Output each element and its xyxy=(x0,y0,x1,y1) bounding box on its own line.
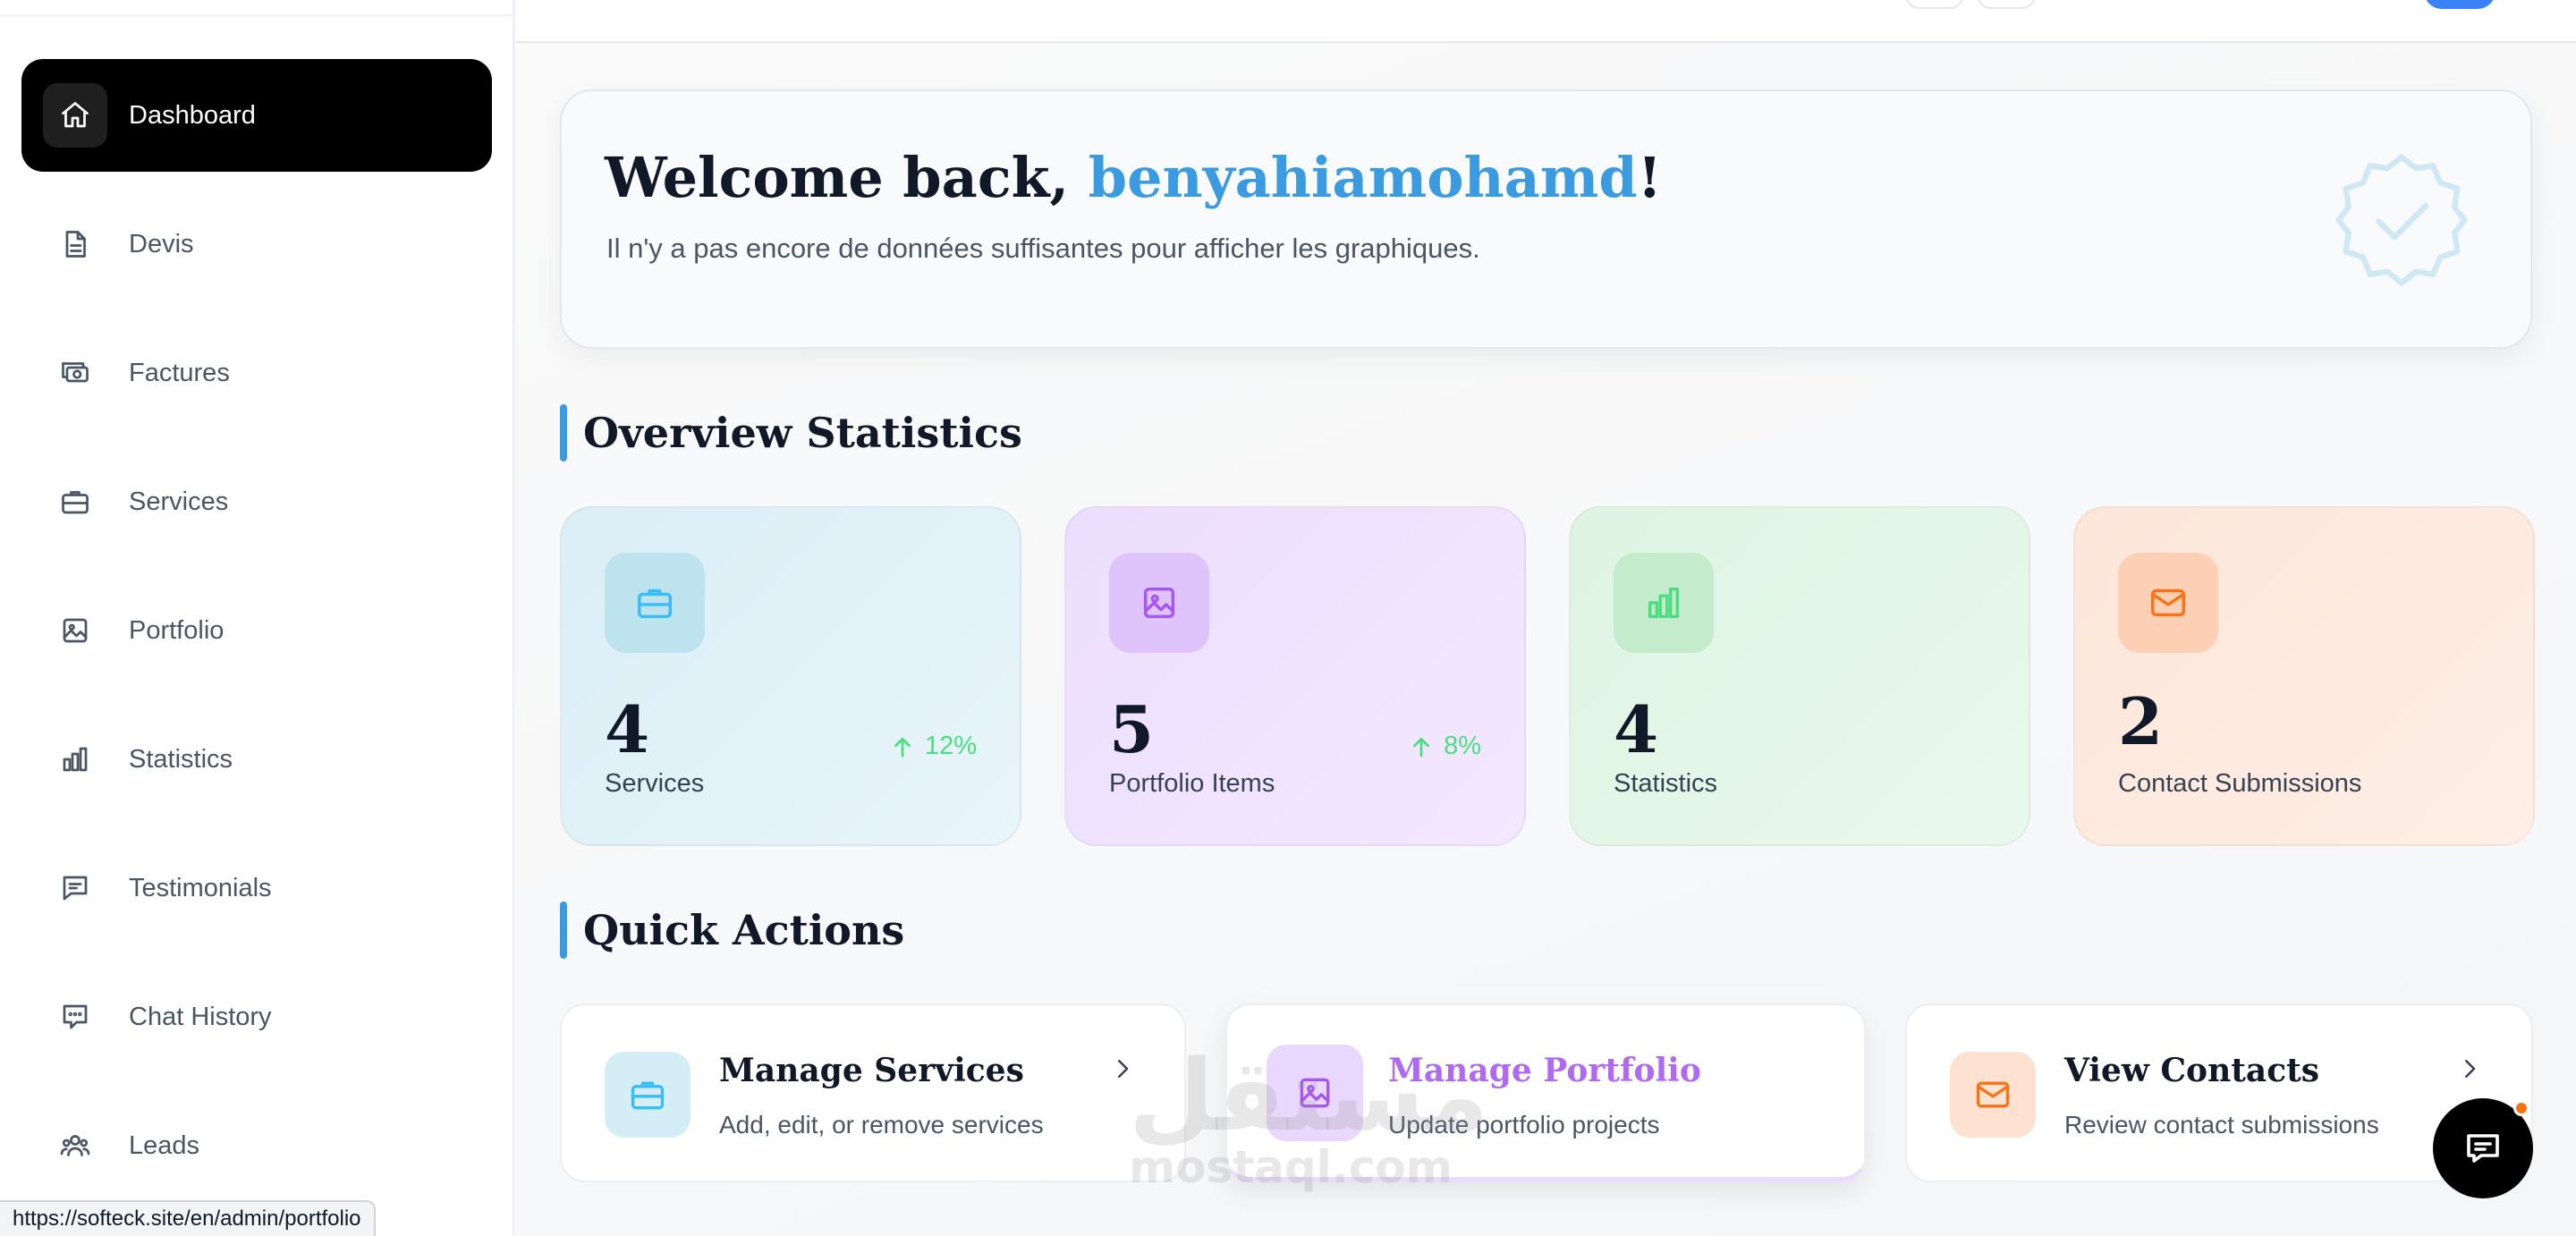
quick-actions-title: Quick Actions xyxy=(560,902,904,959)
welcome-prefix: Welcome back, xyxy=(605,145,1089,210)
overview-title: Overview Statistics xyxy=(560,404,1022,461)
stat-trend-value: 12% xyxy=(924,732,977,760)
action-description: Add, edit, or remove services xyxy=(719,1111,1044,1139)
sidebar-item-portfolio[interactable]: Portfolio xyxy=(21,574,492,687)
briefcase-icon xyxy=(43,470,107,534)
section-accent-bar xyxy=(560,404,567,461)
overview-title-text: Overview Statistics xyxy=(583,409,1022,457)
welcome-username: benyahiamohamd xyxy=(1088,145,1638,210)
quick-actions-title-text: Quick Actions xyxy=(583,906,905,954)
sidebar-item-label: Factures xyxy=(129,358,230,387)
sidebar-item-label: Dashboard xyxy=(129,100,256,130)
briefcase-icon xyxy=(605,553,705,653)
action-description: Update portfolio projects xyxy=(1388,1111,1660,1139)
sidebar-item-label: Testimonials xyxy=(129,873,272,902)
stat-trend-value: 8% xyxy=(1444,732,1481,760)
notification-dot xyxy=(2513,1100,2529,1116)
image-icon xyxy=(43,598,107,663)
sidebar-item-label: Statistics xyxy=(129,744,233,774)
action-description: Review contact submissions xyxy=(2064,1111,2379,1139)
manage-services-card[interactable]: Manage Services Add, edit, or remove ser… xyxy=(560,1003,1186,1182)
action-title: Manage Services xyxy=(719,1052,1024,1089)
sidebar-item-label: Leads xyxy=(129,1130,200,1160)
sidebar-item-factures[interactable]: Factures xyxy=(21,317,492,429)
mail-icon xyxy=(2118,553,2218,653)
topbar-button[interactable] xyxy=(1977,0,2036,9)
stat-value: 2 xyxy=(2118,683,2164,759)
action-title: Manage Portfolio xyxy=(1388,1052,1701,1089)
topbar-primary-button[interactable] xyxy=(2424,0,2496,9)
top-bar xyxy=(516,0,2576,43)
mail-icon xyxy=(1950,1052,2036,1138)
stat-label: Portfolio Items xyxy=(1109,769,1275,798)
stat-value: 4 xyxy=(605,691,650,767)
image-icon xyxy=(1267,1045,1363,1141)
welcome-title: Welcome back, benyahiamohamd! xyxy=(605,145,1662,210)
sidebar-item-statistics[interactable]: Statistics xyxy=(21,703,492,816)
topbar-button[interactable] xyxy=(1905,0,1964,9)
chat-button[interactable] xyxy=(2433,1098,2533,1198)
sidebar-item-dashboard[interactable]: Dashboard xyxy=(21,59,492,172)
main-content: Welcome back, benyahiamohamd! Il n'y a p… xyxy=(516,43,2576,1236)
sidebar: Dashboard Devis Factures Services Portfo… xyxy=(0,0,514,1236)
manage-portfolio-card[interactable]: Manage Portfolio Update portfolio projec… xyxy=(1225,1003,1866,1182)
stat-label: Contact Submissions xyxy=(2118,769,2362,798)
section-accent-bar xyxy=(560,902,567,959)
action-title: View Contacts xyxy=(2064,1052,2320,1089)
bar-chart-icon xyxy=(1614,553,1714,653)
stat-card-contacts[interactable]: 2 Contact Submissions xyxy=(2073,506,2535,846)
verified-badge-icon xyxy=(2330,148,2473,292)
status-bar-url: https://softeck.site/en/admin/portfolio xyxy=(0,1200,376,1236)
sidebar-item-label: Devis xyxy=(129,229,194,258)
message-icon xyxy=(43,856,107,920)
sidebar-item-label: Chat History xyxy=(129,1002,272,1031)
welcome-card: Welcome back, benyahiamohamd! Il n'y a p… xyxy=(560,89,2532,349)
stat-trend: 8% xyxy=(1408,732,1481,761)
stat-card-statistics[interactable]: 4 Statistics xyxy=(1569,506,2030,846)
sidebar-item-devis[interactable]: Devis xyxy=(21,188,492,301)
stat-label: Statistics xyxy=(1614,769,1718,798)
chevron-right-icon xyxy=(1118,1060,1129,1078)
sidebar-item-chat-history[interactable]: Chat History xyxy=(21,961,492,1073)
stat-label: Services xyxy=(605,769,705,798)
sidebar-item-label: Portfolio xyxy=(129,615,225,645)
arrow-up-icon xyxy=(894,737,911,757)
welcome-suffix: ! xyxy=(1637,145,1662,210)
bar-chart-icon xyxy=(43,727,107,792)
stat-trend: 12% xyxy=(889,732,977,761)
stat-value: 4 xyxy=(1614,691,1659,767)
arrow-up-icon xyxy=(1413,737,1429,757)
stat-value: 5 xyxy=(1109,691,1155,767)
home-icon xyxy=(43,83,107,148)
chevron-right-icon xyxy=(2465,1060,2476,1078)
chat-icon xyxy=(43,985,107,1049)
sidebar-divider xyxy=(0,14,514,16)
sidebar-item-label: Services xyxy=(129,487,229,516)
image-icon xyxy=(1109,553,1209,653)
sidebar-item-leads[interactable]: Leads xyxy=(21,1089,492,1202)
briefcase-icon xyxy=(605,1052,691,1138)
sidebar-item-testimonials[interactable]: Testimonials xyxy=(21,832,492,944)
sidebar-item-services[interactable]: Services xyxy=(21,445,492,558)
stat-card-portfolio[interactable]: 5 8% Portfolio Items xyxy=(1064,506,1526,846)
welcome-subtitle: Il n'y a pas encore de données suffisant… xyxy=(606,233,1480,264)
users-icon xyxy=(43,1113,107,1178)
stat-card-services[interactable]: 4 12% Services xyxy=(560,506,1021,846)
chat-bubble-icon xyxy=(2467,1134,2499,1163)
document-icon xyxy=(43,212,107,276)
money-icon xyxy=(43,341,107,405)
